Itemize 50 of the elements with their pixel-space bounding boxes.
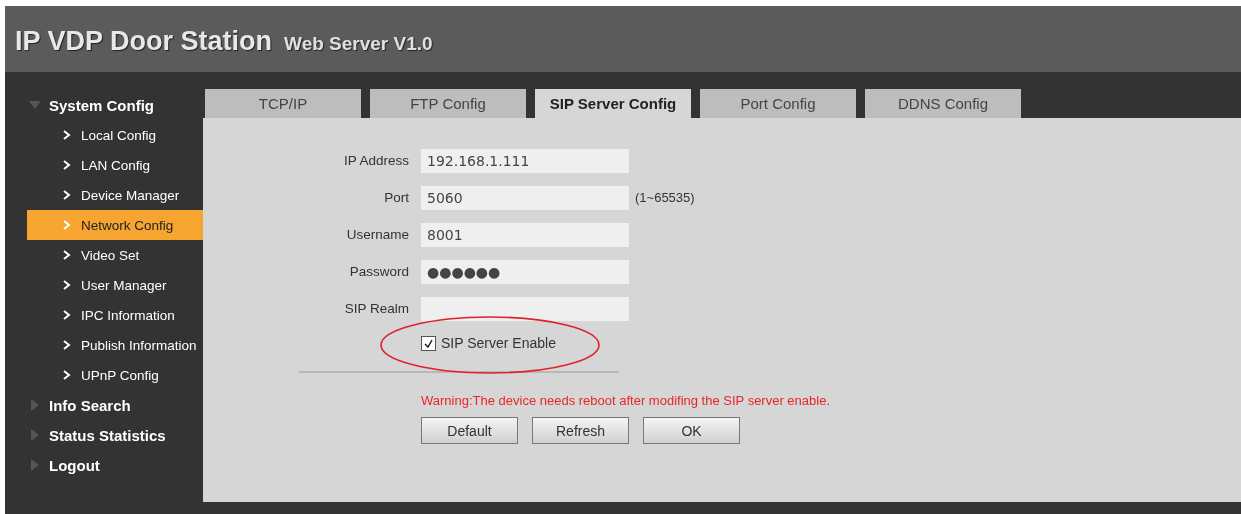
menu-item[interactable]: Local Config — [27, 120, 203, 150]
app-subtitle: Web Server V1.0 — [284, 33, 433, 55]
tab[interactable]: Port Config — [700, 89, 856, 118]
tab[interactable]: TCP/IP — [205, 89, 361, 118]
input-field[interactable]: 192.168.1.111 — [421, 148, 629, 173]
menu-group[interactable]: Info Search — [5, 390, 203, 420]
range-hint: (1~65535) — [635, 190, 695, 205]
warning-text: Warning:The device needs reboot after modifing the SIP server enable. — [421, 393, 831, 408]
checkbox[interactable] — [421, 335, 436, 351]
action-button[interactable]: Refresh — [532, 417, 629, 444]
input-field[interactable] — [421, 296, 629, 321]
menu-item[interactable]: IPC Information — [27, 300, 203, 330]
menu-item[interactable]: LAN Config — [27, 150, 203, 180]
action-button[interactable]: Default — [421, 417, 518, 444]
tab[interactable]: FTP Config — [370, 89, 526, 118]
input-field[interactable]: 8001 — [421, 222, 629, 247]
field-label: SIP Realm — [343, 301, 409, 316]
menu-item[interactable]: Video Set — [27, 240, 203, 270]
chevron-icon — [63, 340, 71, 350]
field-label: Password — [348, 264, 409, 279]
menu-item[interactable]: User Manager — [27, 270, 203, 300]
menu-group[interactable]: Logout — [5, 450, 203, 480]
chevron-icon — [63, 220, 71, 230]
chevron-icon — [63, 160, 71, 170]
app-title: IP VDP Door Station — [15, 26, 273, 57]
menu-item[interactable]: Network Config — [27, 210, 203, 240]
chevron-icon — [63, 370, 71, 380]
action-button[interactable]: OK — [643, 417, 740, 444]
input-field[interactable]: ●●●●●● — [421, 259, 629, 284]
chevron-icon — [63, 190, 71, 200]
menu-group[interactable]: System Config — [5, 90, 203, 120]
caret-down-icon — [29, 99, 41, 111]
field-label: Port — [383, 190, 409, 205]
caret-right-icon — [29, 429, 41, 441]
field-label: IP Address — [342, 153, 409, 168]
menu-item[interactable]: Publish Information — [27, 330, 203, 360]
checkbox-label: SIP Server Enable — [441, 335, 556, 351]
chevron-icon — [63, 130, 71, 140]
chevron-icon — [63, 250, 71, 260]
caret-right-icon — [29, 459, 41, 471]
tab[interactable]: SIP Server Config — [535, 89, 691, 118]
chevron-icon — [63, 280, 71, 290]
menu-item[interactable]: UPnP Config — [27, 360, 203, 390]
field-label: Username — [345, 227, 409, 242]
input-field[interactable]: 5060 — [421, 185, 629, 210]
menu-group[interactable]: Status Statistics — [5, 420, 203, 450]
caret-right-icon — [29, 399, 41, 411]
chevron-icon — [63, 310, 71, 320]
menu-item[interactable]: Device Manager — [27, 180, 203, 210]
tab[interactable]: DDNS Config — [865, 89, 1021, 118]
